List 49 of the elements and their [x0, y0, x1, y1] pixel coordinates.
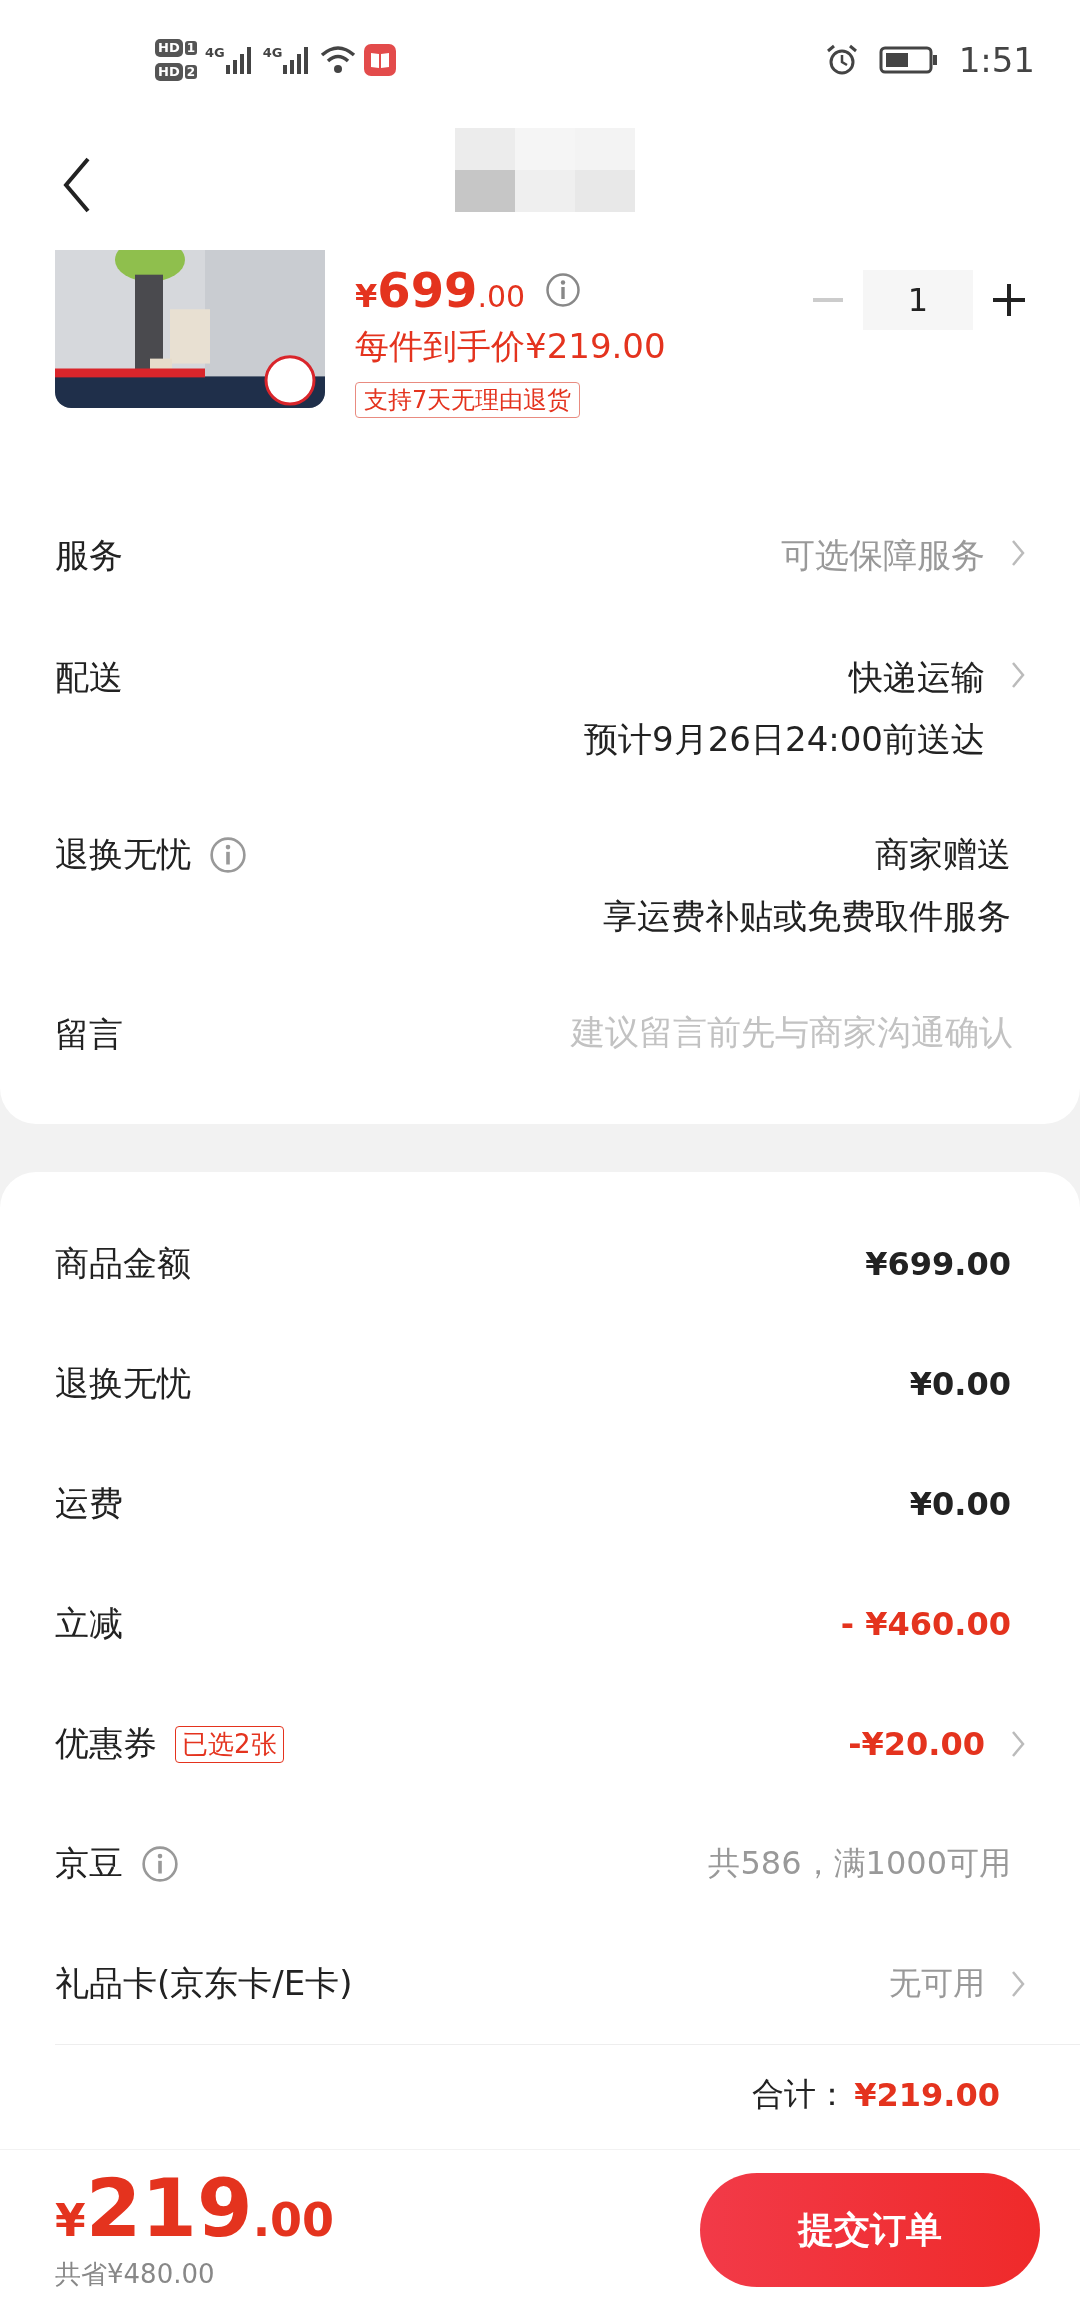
- summary-label: 运费: [55, 1482, 123, 1525]
- status-time: 1:51: [958, 40, 1035, 80]
- summary-label: 优惠券: [55, 1722, 157, 1765]
- payable-price: ¥219.00: [55, 2168, 335, 2249]
- info-icon[interactable]: [545, 272, 582, 308]
- summary-value: - ¥460.00: [840, 1605, 1011, 1643]
- network-label: 4G: [262, 45, 283, 60]
- option-link[interactable]: 预计9月26日24:00前送达: [584, 717, 985, 763]
- option-label: 留言: [55, 1013, 123, 1056]
- info-icon[interactable]: [209, 836, 247, 874]
- option-value: 享运费补贴或免费取件服务: [603, 895, 1011, 938]
- plus-icon[interactable]: [993, 284, 1025, 316]
- option-label: 退换无忧: [55, 833, 191, 876]
- summary-value: 共586，满1000可用: [708, 1843, 1011, 1884]
- summary-value: -¥20.00: [848, 1725, 985, 1763]
- option-value: 商家赠送: [875, 833, 1011, 876]
- savings-text: 共省¥480.00: [55, 2257, 216, 2291]
- option-label: 服务: [55, 534, 123, 577]
- wifi-icon: [320, 45, 357, 75]
- summary-value: ¥0.00: [909, 1365, 1011, 1403]
- book-app-icon: [364, 44, 397, 76]
- total-label: 合计：: [752, 2074, 849, 2115]
- chevron-icon[interactable]: [1011, 539, 1025, 567]
- summary-label: 退换无忧: [55, 1362, 191, 1405]
- unit-price: 每件到手价¥219.00: [355, 325, 667, 368]
- summary-value: 无可用: [889, 1963, 985, 2004]
- back-icon[interactable]: [62, 155, 92, 215]
- summary-label: 京豆: [55, 1842, 123, 1885]
- chevron-icon[interactable]: [1011, 1730, 1025, 1758]
- chevron-icon[interactable]: [1011, 661, 1025, 689]
- product-price: ¥699.00: [355, 262, 526, 318]
- alarm-icon: [824, 43, 859, 77]
- summary-label: 礼品卡(京东卡/E卡): [55, 1962, 353, 2005]
- summary-value: ¥699.00: [865, 1245, 1011, 1283]
- option-link[interactable]: 快递运输: [849, 655, 985, 701]
- quantity-field[interactable]: 1: [863, 270, 973, 330]
- coupon-badge: 已选2张: [175, 1725, 284, 1763]
- summary-label: 商品金额: [55, 1242, 191, 1285]
- message-field[interactable]: 建议留言前先与商家沟通确认: [123, 1012, 1013, 1052]
- chevron-icon[interactable]: [1011, 1970, 1025, 1998]
- submit-order-button[interactable]: 提交订单: [700, 2173, 1040, 2287]
- option-label: 配送: [55, 656, 123, 699]
- summary-value: ¥0.00: [909, 1485, 1011, 1523]
- network-label: 4G: [205, 45, 225, 60]
- battery-icon: [878, 45, 939, 75]
- info-icon[interactable]: [141, 1845, 179, 1883]
- summary-label: 立减: [55, 1602, 123, 1645]
- total-amount: ¥219.00: [854, 2076, 1000, 2114]
- return-tag: 支持7天无理由退货: [355, 382, 581, 418]
